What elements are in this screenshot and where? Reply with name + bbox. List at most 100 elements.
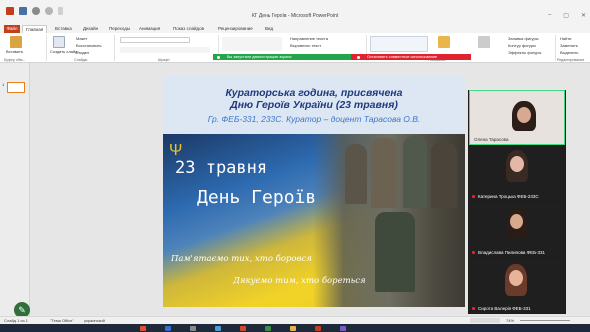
participant-name: Сирота Валерія ФЕБ-331 <box>478 306 531 311</box>
taskbar-app-icon[interactable] <box>290 325 296 331</box>
tab-home[interactable]: Главная <box>22 25 48 33</box>
participant-tile[interactable]: Сирота Валерія ФЕБ-331 <box>469 258 565 313</box>
slide-canvas[interactable]: Кураторська година, присвячена Дню Герої… <box>163 76 465 307</box>
slide-subtitle[interactable]: Гр. ФЕБ-331, 233С. Куратор – доцент Тара… <box>163 114 465 124</box>
warrior-figure <box>345 144 367 204</box>
slide-counter: Слайд 1 из 1 <box>4 318 28 323</box>
stop-sharing-button[interactable]: Остановить совместное использование <box>351 54 471 60</box>
stop-sharing-label[interactable]: Остановить совместное использование <box>367 55 437 59</box>
warrior-figure <box>403 136 427 208</box>
participant-face <box>509 270 523 286</box>
participant-face <box>517 107 531 123</box>
tab-animations[interactable]: Анимация <box>136 25 163 33</box>
group-divider <box>114 35 115 61</box>
slide-header: Кураторська година, присвячена Дню Герої… <box>163 76 465 134</box>
status-bar: Слайд 1 из 1 "Тема Office" украинский 74… <box>0 316 590 324</box>
mic-muted-icon <box>472 195 475 198</box>
participant-name: Олена Тарасова <box>474 137 509 142</box>
select-button[interactable]: Выделить <box>560 50 578 55</box>
day-title-text: День Героїв <box>197 187 317 208</box>
video-participants-panel: Олена Тарасова Катерина Троцька ФЕБ-233С… <box>468 90 566 314</box>
reset-button[interactable]: Восстановить <box>76 43 102 48</box>
screen-share-text: Вы запустили демонстрацию экрана <box>227 55 292 59</box>
participant-face <box>510 156 524 172</box>
participant-tile[interactable]: Олена Тарасова <box>469 90 565 145</box>
taskbar-app-icon[interactable] <box>315 325 321 331</box>
language-indicator[interactable]: украинский <box>84 318 105 323</box>
font-format-buttons[interactable] <box>120 47 210 53</box>
stop-icon <box>357 55 360 59</box>
slide-title-line1[interactable]: Кураторська година, присвячена <box>163 87 465 99</box>
warrior-figure <box>371 138 397 208</box>
group-clipboard: Буфер обм... <box>4 58 26 62</box>
warrior-figure <box>431 142 457 208</box>
screen-share-notice: Вы запустили демонстрацию экрана <box>213 54 351 60</box>
tab-transitions[interactable]: Переходы <box>106 25 133 33</box>
group-editing: Редактирование <box>557 58 585 62</box>
zoom-level[interactable]: 74% <box>506 318 514 323</box>
window-controls: – ▢ ✕ <box>548 12 586 19</box>
ribbon-tabs: Файл Главная Вставка Дизайн Переходы Ани… <box>0 24 590 33</box>
participant-face <box>510 214 523 229</box>
participant-name: Катерина Троцька ФЕБ-233С <box>478 194 539 199</box>
taskbar-app-icon[interactable] <box>340 325 346 331</box>
paste-label[interactable]: Вставить <box>6 49 23 54</box>
mic-muted-icon <box>472 251 475 254</box>
group-slides: Слайды <box>74 58 88 62</box>
find-button[interactable]: Найти <box>560 36 571 41</box>
date-text: 23 травня <box>175 158 268 178</box>
close-button[interactable]: ✕ <box>581 12 586 19</box>
layout-button[interactable]: Макет <box>76 36 87 41</box>
slide-thumbnail-pane[interactable]: 1 <box>0 63 30 316</box>
shape-outline-button[interactable]: Контур фигуры <box>508 43 536 48</box>
thumbnail-number: 1 <box>2 82 5 87</box>
quick-styles-icon[interactable] <box>478 36 490 48</box>
taskbar-app-icon[interactable] <box>265 325 271 331</box>
taskbar-app-icon[interactable] <box>140 325 146 331</box>
taskbar-app-icon[interactable] <box>240 325 246 331</box>
share-indicator-icon <box>217 55 220 59</box>
replace-button[interactable]: Заменить <box>560 43 578 48</box>
paragraph-buttons[interactable] <box>222 37 282 51</box>
window-title: КГ День Героїв - Microsoft PowerPoint <box>251 13 339 19</box>
align-text-button[interactable]: Выровнять текст <box>290 43 321 48</box>
participant-name: Владислава Пилипова ФЕБ-331 <box>478 250 546 255</box>
tab-file[interactable]: Файл <box>4 25 20 33</box>
maximize-button[interactable]: ▢ <box>563 12 569 19</box>
memory-text-line2: Дякуємо тим, хто бореться <box>233 276 366 286</box>
tab-view[interactable]: Вид <box>262 25 276 33</box>
title-bar: КГ День Героїв - Microsoft PowerPoint – … <box>0 0 590 24</box>
text-direction-button[interactable]: Направление текста <box>290 36 328 41</box>
tab-review[interactable]: Рецензирование <box>215 25 256 33</box>
memory-text-line1: Пам'ятаємо тих, хто боровся <box>171 254 312 264</box>
shape-effects-button[interactable]: Эффекты фигуры <box>508 50 541 55</box>
slide-thumbnail[interactable] <box>7 82 25 93</box>
section-button[interactable]: Раздел <box>76 50 89 55</box>
taskbar-app-icon[interactable] <box>215 325 221 331</box>
participant-tile[interactable]: Катерина Троцька ФЕБ-233С <box>469 146 565 201</box>
minimize-button[interactable]: – <box>548 12 551 19</box>
taskbar-app-icon[interactable] <box>165 325 171 331</box>
theme-name: "Тема Office" <box>50 318 74 323</box>
shape-fill-button[interactable]: Заливка фигуры <box>508 36 539 41</box>
slide-artwork[interactable]: Ψ 23 травня День Героїв Пам'ятаємо тих, … <box>163 134 465 307</box>
shapes-gallery[interactable] <box>370 36 428 52</box>
mic-muted-icon <box>472 307 475 310</box>
group-divider <box>46 35 47 61</box>
tab-design[interactable]: Дизайн <box>80 25 101 33</box>
tab-insert[interactable]: Вставка <box>52 25 75 33</box>
paste-icon[interactable] <box>10 36 22 48</box>
slide-title-line2[interactable]: Дню Героїв України (23 травня) <box>163 99 465 111</box>
new-slide-icon[interactable] <box>53 36 65 48</box>
group-font: Шрифт <box>158 58 170 62</box>
taskbar <box>0 324 590 332</box>
zoom-slider[interactable] <box>520 320 570 321</box>
new-slide-label[interactable]: Создать слайд <box>50 49 77 54</box>
participant-tile[interactable]: Владислава Пилипова ФЕБ-331 <box>469 202 565 257</box>
font-name-combo[interactable] <box>120 37 190 43</box>
taskbar-app-icon[interactable] <box>190 325 196 331</box>
arrange-icon[interactable] <box>438 36 450 48</box>
tab-slideshow[interactable]: Показ слайдов <box>170 25 207 33</box>
soldier-figure <box>375 212 415 292</box>
view-buttons[interactable] <box>470 318 500 323</box>
